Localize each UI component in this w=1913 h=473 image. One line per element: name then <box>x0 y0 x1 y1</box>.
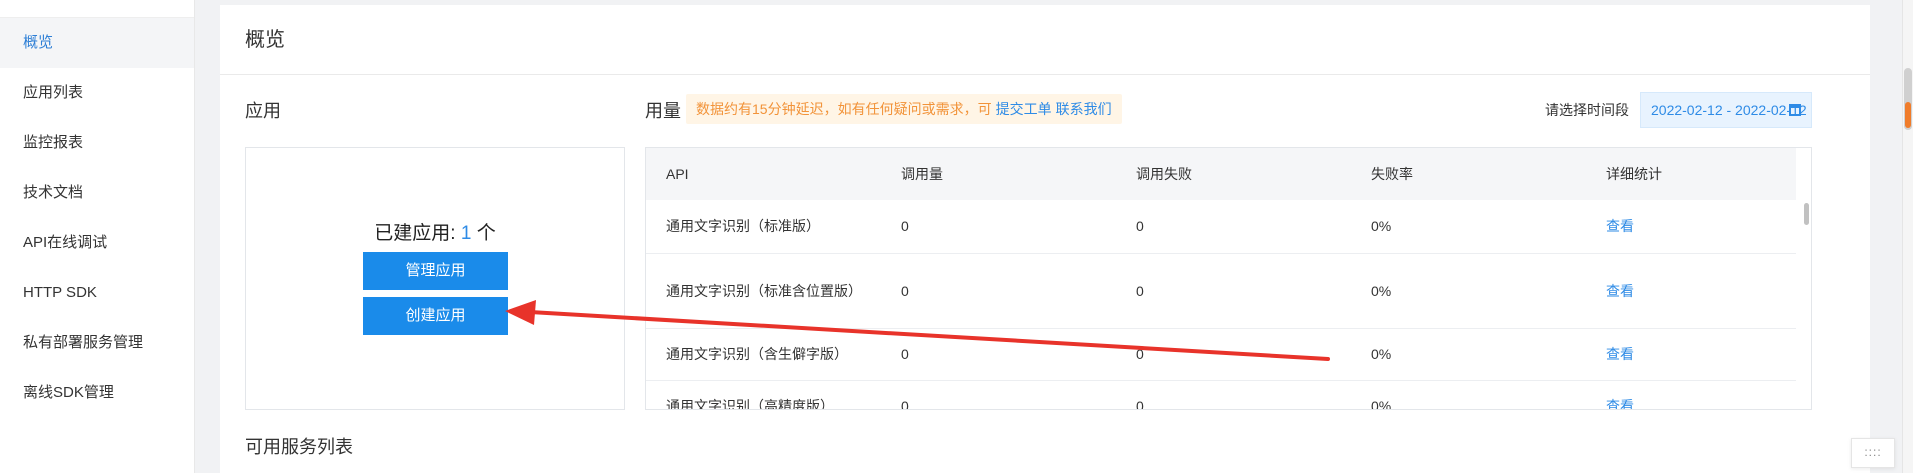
table-row: 通用文字识别（标准版） 0 0 0% 查看 <box>646 200 1796 254</box>
sidebar-item-docs[interactable]: 技术文档 <box>0 168 194 218</box>
notice-text: 数据约有15分钟延迟，如有任何疑问或需求，可 <box>696 101 992 117</box>
apps-card: 已建应用: 1 个 管理应用 创建应用 <box>245 147 625 410</box>
submit-ticket-link[interactable]: 提交工单 <box>996 101 1052 117</box>
table-scrollbar[interactable] <box>1804 203 1809 225</box>
api-name: 通用文字识别（标准含位置版） <box>646 253 881 329</box>
usage-section-title: 用量 <box>645 101 681 121</box>
sidebar-item-monitoring[interactable]: 监控报表 <box>0 118 194 168</box>
column-header-api: API <box>646 148 881 200</box>
sidebar-item-overview[interactable]: 概览 <box>0 18 194 68</box>
api-name: 通用文字识别（标准版） <box>646 200 881 254</box>
manage-apps-button[interactable]: 管理应用 <box>363 252 508 290</box>
failed-count: 0 <box>1116 200 1351 254</box>
apps-count-number: 1 <box>460 223 472 244</box>
apps-count: 已建应用: 1 个 <box>246 218 624 245</box>
delay-notice: 数据约有15分钟延迟，如有任何疑问或需求，可 提交工单 联系我们 <box>686 94 1122 124</box>
table-row: 通用文字识别（高精度版） 0 0 0% 查看 <box>646 380 1796 409</box>
page-scrollbar[interactable] <box>1902 0 1913 473</box>
view-detail-link[interactable]: 查看 <box>1606 283 1634 299</box>
call-count: 0 <box>881 200 1116 254</box>
main-panel: 概览 应用 已建应用: 1 个 管理应用 创建应用 用量 数据约有15分钟延迟，… <box>220 5 1870 473</box>
date-range-picker[interactable]: 2022-02-12 - 2022-02-12 <box>1640 92 1812 128</box>
contact-us-link[interactable]: 联系我们 <box>1056 101 1112 117</box>
date-range-value: 2022-02-12 - 2022-02-12 <box>1651 102 1807 118</box>
floating-tool-button[interactable]: :::: <box>1851 438 1895 468</box>
failure-rate: 0% <box>1351 200 1586 254</box>
column-header-detail: 详细统计 <box>1586 148 1796 200</box>
api-name: 通用文字识别（高精度版） <box>646 380 881 409</box>
sidebar-item-http-sdk[interactable]: HTTP SDK <box>0 268 194 318</box>
sidebar-item-app-list[interactable]: 应用列表 <box>0 68 194 118</box>
call-count: 0 <box>881 328 1116 381</box>
apps-count-suffix: 个 <box>471 223 496 244</box>
scroll-position-marker <box>1905 102 1911 128</box>
sidebar-item-offline-sdk[interactable]: 离线SDK管理 <box>0 368 194 418</box>
table-row: 通用文字识别（标准含位置版） 0 0 0% 查看 <box>646 253 1796 329</box>
detail-cell: 查看 <box>1586 253 1796 329</box>
detail-cell: 查看 <box>1586 328 1796 381</box>
column-header-failed: 调用失败 <box>1116 148 1351 200</box>
failure-rate: 0% <box>1351 328 1586 381</box>
api-name: 通用文字识别（含生僻字版） <box>646 328 881 381</box>
failure-rate: 0% <box>1351 253 1586 329</box>
usage-table: API 调用量 调用失败 失败率 详细统计 通用文字识别（标准版） 0 0 0%… <box>645 147 1812 410</box>
table-header-row: API 调用量 调用失败 失败率 详细统计 <box>646 148 1796 200</box>
column-header-calls: 调用量 <box>881 148 1116 200</box>
failed-count: 0 <box>1116 380 1351 409</box>
failure-rate: 0% <box>1351 380 1586 409</box>
sidebar-top-divider <box>0 0 194 18</box>
date-range-label: 请选择时间段 <box>1545 102 1629 118</box>
call-count: 0 <box>881 253 1116 329</box>
view-detail-link[interactable]: 查看 <box>1606 346 1634 362</box>
page-title: 概览 <box>220 5 1870 75</box>
failed-count: 0 <box>1116 328 1351 381</box>
sidebar: 概览 应用列表 监控报表 技术文档 API在线调试 HTTP SDK 私有部署服… <box>0 0 195 473</box>
sidebar-item-api-debug[interactable]: API在线调试 <box>0 218 194 268</box>
view-detail-link[interactable]: 查看 <box>1606 398 1634 409</box>
create-app-button[interactable]: 创建应用 <box>363 297 508 335</box>
apps-count-prefix: 已建应用: <box>374 223 461 244</box>
failed-count: 0 <box>1116 253 1351 329</box>
services-section-title: 可用服务列表 <box>245 437 353 457</box>
view-detail-link[interactable]: 查看 <box>1606 218 1634 234</box>
call-count: 0 <box>881 380 1116 409</box>
calendar-icon <box>1789 104 1801 116</box>
detail-cell: 查看 <box>1586 380 1796 409</box>
detail-cell: 查看 <box>1586 200 1796 254</box>
column-header-rate: 失败率 <box>1351 148 1586 200</box>
table-row: 通用文字识别（含生僻字版） 0 0 0% 查看 <box>646 328 1796 381</box>
apps-section-title: 应用 <box>245 101 281 121</box>
sidebar-item-private-deploy[interactable]: 私有部署服务管理 <box>0 318 194 368</box>
